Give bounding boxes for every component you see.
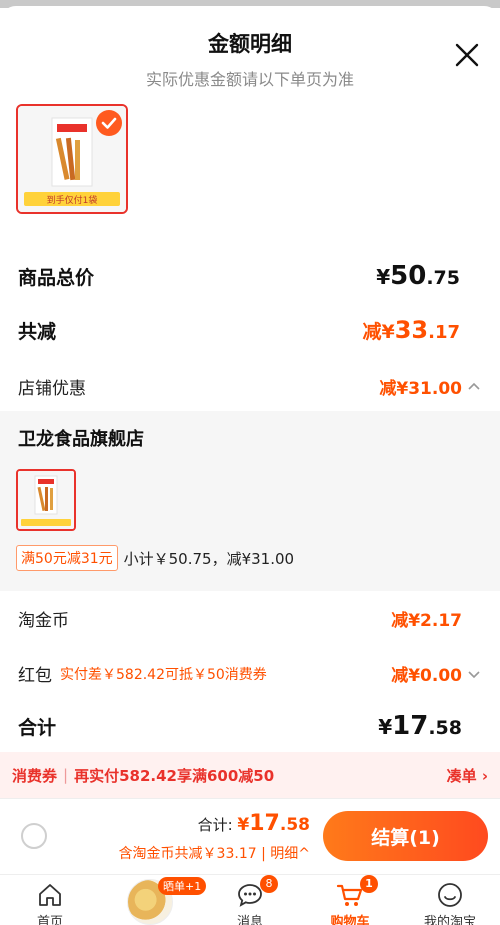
tab-messages-label: 消息 — [236, 915, 263, 925]
total-reduce-label: 共减 — [18, 320, 57, 343]
promo-tag: 满50元减31元 — [16, 545, 118, 571]
tab-cart-label: 购物车 — [330, 915, 370, 925]
goods-total-label: 商品总价 — [18, 266, 95, 289]
store-discount-row[interactable]: 店铺优惠 减¥31.00 — [18, 374, 482, 399]
tab-share[interactable]: 晒单+1 — [100, 875, 207, 925]
store-subtotal: 小计￥50.75，减¥31.00 — [123, 549, 295, 568]
store-name[interactable]: 卫龙食品旗舰店 — [18, 425, 144, 451]
sum-value: ¥17.58 — [378, 711, 462, 741]
select-all-radio[interactable] — [21, 823, 47, 849]
tab-messages[interactable]: 消息 8 — [200, 875, 300, 925]
total-reduce-row: 共减 减¥33.17 — [18, 316, 462, 344]
checkout-total-label: 合计: — [197, 816, 238, 834]
sheet-header: 金额明细 实际优惠金额请以下单页为准 — [0, 6, 500, 101]
smiley-face-icon — [438, 883, 462, 907]
chevron-down-icon[interactable] — [466, 666, 482, 682]
checkout-detail-toggle[interactable]: 含淘金币共减￥33.17 | 明细^ — [119, 843, 310, 863]
store-discount-label: 店铺优惠 — [18, 379, 86, 399]
chevron-up-icon[interactable] — [466, 379, 482, 395]
tab-my-taobao[interactable]: 我的淘宝 — [400, 875, 500, 925]
product-thumbnail[interactable]: 到手仅付1袋 — [16, 104, 128, 214]
cart-badge: 1 — [360, 875, 378, 893]
svg-text:到手仅付1袋: 到手仅付1袋 — [47, 194, 98, 206]
amount-detail-sheet: 金额明细 实际优惠金额请以下单页为准 到手仅付1袋 商品总价 ¥50.75 共减… — [0, 6, 500, 925]
store-discount-value: 减¥31.00 — [379, 379, 462, 399]
coupon-bar[interactable]: 消费券 | 再实付582.42享满600减50 凑单 › — [0, 752, 500, 798]
sheet-title: 金额明细 — [208, 32, 292, 56]
selected-check-icon — [96, 110, 122, 136]
taojinbi-value: 减¥2.17 — [391, 611, 462, 631]
product-package-image — [18, 471, 74, 529]
store-discount-panel: 卫龙食品旗舰店 满50元减31元 小计￥50.75，减¥31.00 — [0, 411, 500, 591]
total-reduce-value: 减¥33.17 — [362, 316, 460, 344]
checkout-button[interactable]: 结算(1) — [323, 811, 488, 861]
home-icon — [39, 884, 61, 906]
share-pill: 晒单+1 — [158, 877, 207, 895]
checkout-total-value: ¥17.58 — [237, 811, 310, 836]
red-packet-value: 减¥0.00 — [391, 666, 462, 686]
checkout-bar: 合计: ¥17.58 含淘金币共减￥33.17 | 明细^ 结算(1) — [0, 798, 500, 874]
taojinbi-label: 淘金币 — [18, 611, 69, 631]
red-packet-label: 红包 — [18, 666, 52, 686]
coupon-tag: 消费券 — [12, 766, 58, 785]
tab-home[interactable]: 首页 — [0, 875, 100, 925]
coupon-action-link[interactable]: 凑单 › — [447, 765, 488, 786]
checkout-total: 合计: ¥17.58 — [198, 811, 310, 836]
red-packet-row[interactable]: 红包 实付差￥582.42可抵￥50消费券 减¥0.00 — [18, 661, 482, 686]
sheet-subtitle: 实际优惠金额请以下单页为准 — [145, 70, 354, 89]
sum-row: 合计 ¥17.58 — [18, 711, 462, 741]
tab-cart[interactable]: 购物车 1 — [300, 875, 400, 925]
sum-label: 合计 — [18, 716, 57, 739]
messages-badge: 8 — [260, 875, 278, 893]
store-promo-line: 满50元减31元 小计￥50.75，减¥31.00 — [16, 545, 294, 571]
close-icon[interactable] — [454, 42, 480, 68]
taojinbi-row: 淘金币 减¥2.17 — [18, 606, 462, 631]
coupon-divider: | — [63, 766, 69, 784]
store-product-thumbnail[interactable] — [16, 469, 76, 531]
red-packet-note: 实付差￥582.42可抵￥50消费券 — [60, 666, 267, 683]
coupon-text: 再实付582.42享满600减50 — [74, 766, 275, 785]
tab-home-label: 首页 — [36, 915, 63, 925]
goods-total-value: ¥50.75 — [376, 261, 460, 291]
tab-my-taobao-label: 我的淘宝 — [423, 915, 476, 925]
bottom-tab-bar: 首页 晒单+1 消息 8 购物车 1 我的淘宝 — [0, 874, 500, 925]
goods-total-row: 商品总价 ¥50.75 — [18, 261, 462, 291]
